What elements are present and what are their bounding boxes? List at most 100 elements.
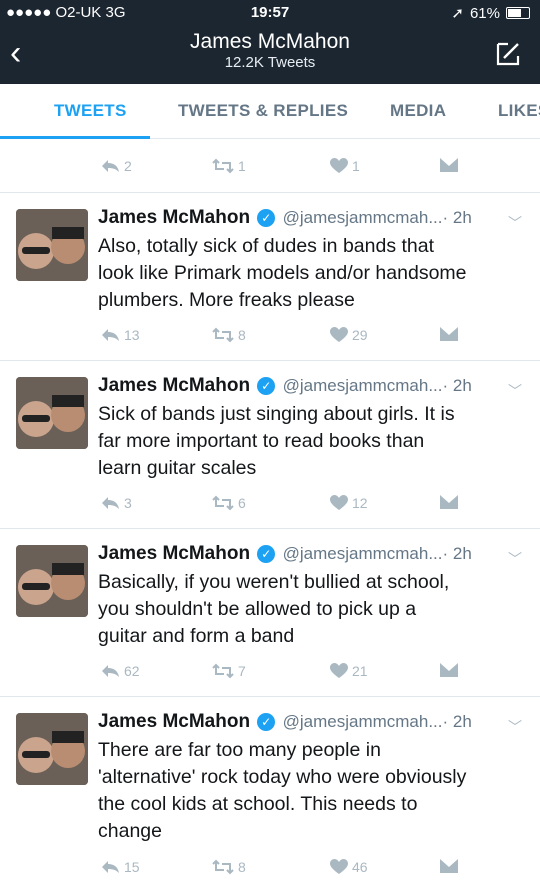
tweet-author-handle: @jamesjammcmah...: [282, 712, 443, 731]
like-button[interactable]: 1: [330, 158, 360, 174]
reply-icon: [102, 861, 119, 873]
compose-tweet-button[interactable]: [494, 40, 522, 68]
chevron-down-icon[interactable]: ﹀: [508, 549, 522, 569]
tweet-author-name[interactable]: James McMahon: [98, 375, 250, 396]
envelope-icon: [440, 495, 458, 509]
profile-tabs: TWEETS TWEETS & REPLIES MEDIA LIKES: [0, 84, 540, 139]
tab-tweets-and-replies[interactable]: TWEETS & REPLIES: [178, 101, 348, 121]
envelope-icon: [440, 327, 458, 341]
compose-icon: [496, 42, 520, 66]
envelope-icon: [440, 859, 458, 873]
location-icon: ➚: [451, 5, 464, 22]
tweet-item[interactable]: James McMahon ✓ @jamesjammcmah...· 2h ﹀ …: [0, 696, 540, 887]
tweet-item[interactable]: James McMahon ✓ @jamesjammcmah...· 2h ﹀ …: [0, 528, 540, 697]
like-count: 46: [352, 859, 368, 875]
reply-count: 62: [124, 663, 140, 679]
tweet-item[interactable]: James McMahon ✓ @jamesjammcmah...· 2h ﹀ …: [0, 360, 540, 529]
like-button[interactable]: 12: [330, 495, 368, 511]
retweet-icon: [212, 158, 234, 174]
tweet-text: Sick of bands just singing about girls. …: [98, 403, 455, 479]
tweet-actions: 15 8 46: [100, 859, 520, 879]
envelope-icon: [440, 663, 458, 677]
tweet-author-handle: @jamesjammcmah...: [282, 544, 443, 563]
retweet-button[interactable]: 7: [212, 663, 246, 679]
battery-percent: 61%: [469, 4, 500, 22]
chevron-down-icon[interactable]: ﹀: [508, 717, 522, 737]
retweet-count: 8: [238, 327, 246, 343]
tweet-author-name[interactable]: James McMahon: [98, 711, 250, 732]
tweet-actions: 3 6 12: [100, 495, 520, 515]
heart-icon: [330, 158, 348, 173]
reply-count: 3: [124, 495, 132, 511]
heart-icon: [330, 327, 348, 342]
chevron-down-icon[interactable]: ﹀: [508, 381, 522, 401]
reply-button[interactable]: 62: [100, 663, 140, 679]
tweet-text: There are far too many people in'alterna…: [98, 739, 467, 842]
tweet-timestamp: · 2h: [442, 712, 472, 731]
verified-badge-icon: ✓: [257, 545, 276, 563]
tab-media[interactable]: MEDIA: [390, 101, 446, 121]
retweet-button[interactable]: 8: [212, 859, 246, 875]
verified-badge-icon: ✓: [257, 209, 276, 227]
status-bar: ●●●●● O2-UK 3G 19:57 ➚ 61%: [0, 0, 540, 26]
retweet-icon: [212, 859, 234, 875]
verified-badge-icon: ✓: [257, 377, 276, 395]
like-button[interactable]: 29: [330, 327, 368, 343]
profile-header: ●●●●● O2-UK 3G 19:57 ➚ 61% ‹ James McMah…: [0, 0, 540, 84]
heart-icon: [330, 859, 348, 874]
tweet-author-name[interactable]: James McMahon: [98, 207, 250, 228]
retweet-icon: [212, 495, 234, 511]
envelope-icon: [440, 158, 458, 172]
reply-icon: [102, 497, 119, 509]
heart-icon: [330, 495, 348, 510]
retweet-icon: [212, 663, 234, 679]
retweet-button[interactable]: 6: [212, 495, 246, 511]
like-button[interactable]: 21: [330, 663, 368, 679]
direct-message-button[interactable]: [440, 663, 458, 677]
like-count: 12: [352, 495, 368, 511]
like-button[interactable]: 46: [330, 859, 368, 875]
retweet-button[interactable]: 8: [212, 327, 246, 343]
tweet-author-handle: @jamesjammcmah...: [282, 208, 443, 227]
tweet-actions: 2 1 1: [100, 158, 520, 178]
direct-message-button[interactable]: [440, 158, 458, 172]
avatar[interactable]: [16, 209, 88, 281]
reply-button[interactable]: 2: [100, 158, 132, 174]
tweet-text: Basically, if you weren't bullied at sch…: [98, 571, 450, 647]
reply-icon: [102, 665, 119, 677]
tab-likes[interactable]: LIKES: [498, 101, 540, 121]
direct-message-button[interactable]: [440, 859, 458, 873]
verified-badge-icon: ✓: [257, 713, 276, 731]
avatar[interactable]: [16, 545, 88, 617]
tweet-actions: 62 7 21: [100, 663, 520, 683]
tweet-timestamp: · 2h: [442, 376, 472, 395]
like-count: 21: [352, 663, 368, 679]
reply-icon: [102, 160, 119, 172]
retweet-icon: [212, 327, 234, 343]
tweet-text: Also, totally sick of dudes in bands tha…: [98, 235, 467, 311]
reply-button[interactable]: 13: [100, 327, 140, 343]
direct-message-button[interactable]: [440, 495, 458, 509]
tweet-item[interactable]: James McMahon ✓ @jamesjammcmah...· 2h ﹀ …: [0, 192, 540, 361]
avatar[interactable]: [16, 377, 88, 449]
direct-message-button[interactable]: [440, 327, 458, 341]
tweet-timestamp: · 2h: [442, 208, 472, 227]
retweet-count: 8: [238, 859, 246, 875]
tab-tweets[interactable]: TWEETS: [54, 101, 127, 121]
tweet-author-name[interactable]: James McMahon: [98, 543, 250, 564]
reply-button[interactable]: 15: [100, 859, 140, 875]
tweet-count: 12.2K Tweets: [224, 54, 316, 71]
retweet-count: 1: [238, 158, 246, 174]
heart-icon: [330, 663, 348, 678]
retweet-button[interactable]: 1: [212, 158, 246, 174]
tweet-author-handle: @jamesjammcmah...: [282, 376, 443, 395]
reply-count: 13: [124, 327, 140, 343]
avatar[interactable]: [16, 713, 88, 785]
chevron-down-icon[interactable]: ﹀: [508, 213, 522, 233]
reply-button[interactable]: 3: [100, 495, 132, 511]
reply-count: 2: [124, 158, 132, 174]
tweet-timestamp: · 2h: [442, 544, 472, 563]
like-count: 29: [352, 327, 368, 343]
tweet-actions: 13 8 29: [100, 327, 520, 347]
active-tab-indicator: [0, 136, 150, 139]
